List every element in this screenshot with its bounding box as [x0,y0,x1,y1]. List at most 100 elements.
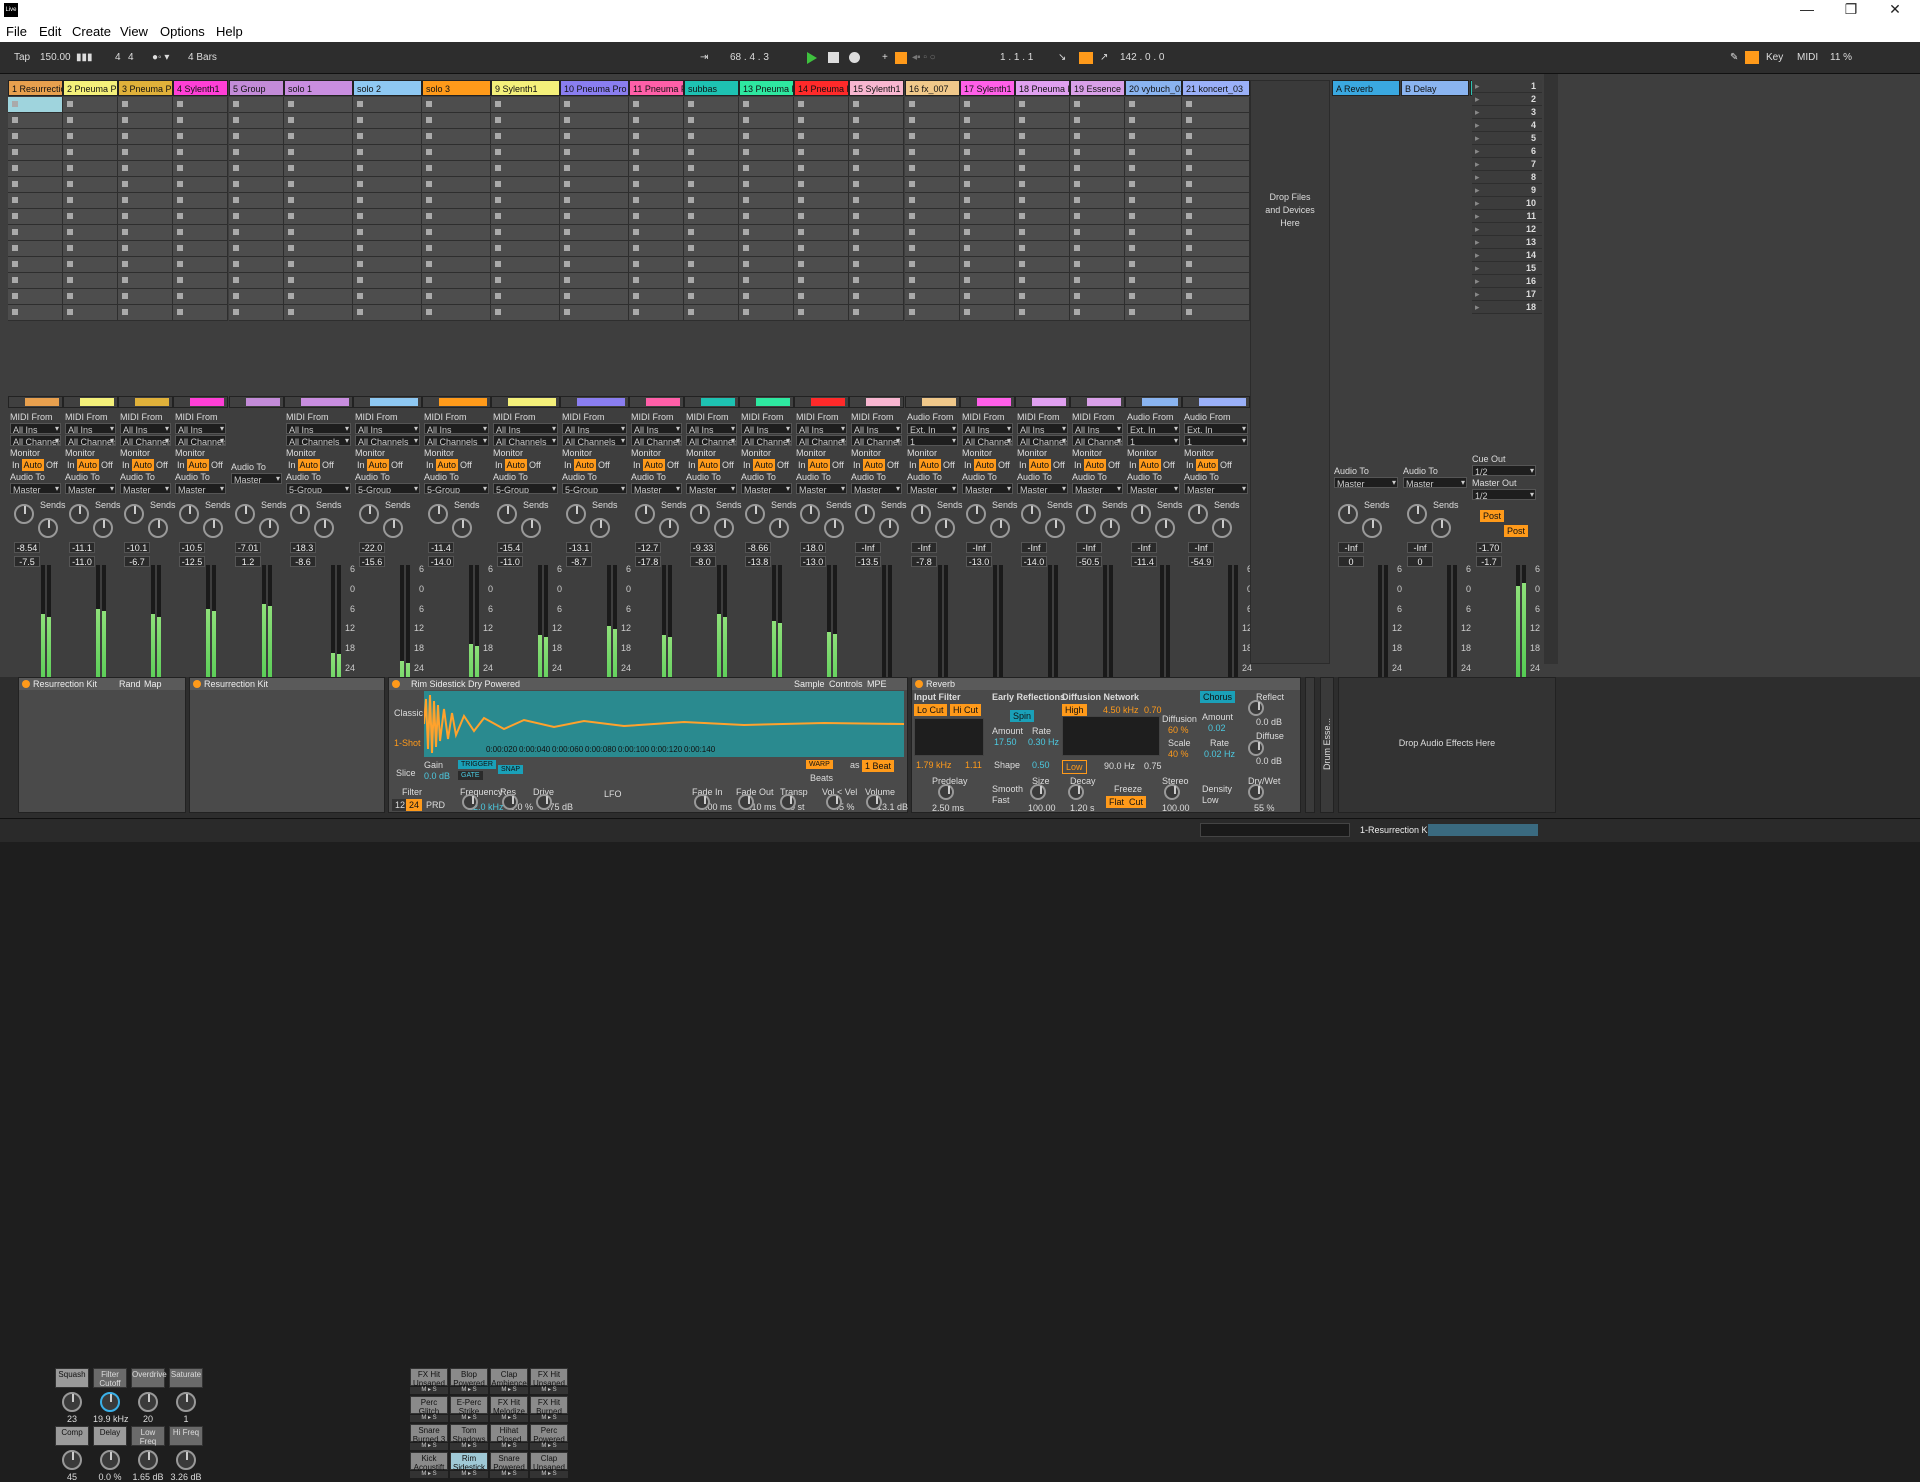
clip-slot[interactable] [960,241,1015,257]
send-a-knob[interactable] [1021,504,1041,524]
clip-slot[interactable] [173,257,228,273]
clip-slot[interactable] [560,209,629,225]
monitor-auto-button[interactable]: Auto [186,459,210,471]
clip-slot[interactable] [905,177,960,193]
clip-slot[interactable] [739,209,794,225]
clip-slot[interactable] [794,145,849,161]
clip-slot[interactable] [1070,209,1125,225]
clip-slot[interactable] [1182,97,1250,113]
parameter-knob[interactable] [738,794,754,810]
input-source-select[interactable]: Ext. In [1127,423,1180,434]
scene-row[interactable]: ▸ 1 [1472,80,1542,93]
clip-slot[interactable] [422,209,491,225]
clip-slot[interactable] [560,289,629,305]
minimize-icon[interactable]: — [1792,1,1822,17]
track-clip-overview[interactable] [284,396,353,408]
monitor-off-button[interactable]: Off [527,459,543,471]
track-clip-overview[interactable] [739,396,794,408]
clip-slot[interactable] [8,177,63,193]
volume-value[interactable]: -22.0 [359,542,385,553]
monitor-in-button[interactable]: In [493,459,505,471]
monitor-auto-button[interactable]: Auto [131,459,155,471]
parameter-knob[interactable] [1164,784,1180,800]
cut-button[interactable]: Cut [1126,796,1147,808]
clip-slot[interactable] [1015,161,1070,177]
clip-slot[interactable] [118,97,173,113]
send-b-knob[interactable] [1362,518,1382,538]
punch-out-icon[interactable]: ↗ [1100,52,1108,63]
send-a-knob[interactable] [966,504,986,524]
gain-value[interactable]: 0.0 dB [424,771,450,781]
macro-knob[interactable] [100,1450,120,1470]
clip-slot[interactable] [960,289,1015,305]
key-map-button[interactable]: Key [1766,52,1783,63]
drum-pad[interactable]: E-Perc Strike [450,1396,488,1416]
clip-slot[interactable] [422,97,491,113]
track-clip-overview[interactable] [849,396,904,408]
parameter-knob[interactable] [536,794,552,810]
clip-slot[interactable] [560,145,629,161]
clip-slot[interactable] [1015,273,1070,289]
clip-slot[interactable] [173,225,228,241]
input-channel-select[interactable]: All Channels [493,435,558,446]
clip-slot[interactable] [1182,273,1250,289]
track-header[interactable]: 1 Resurrection Kit [8,80,63,96]
clip-slot[interactable] [63,113,118,129]
clip-slot[interactable] [960,273,1015,289]
clip-slot[interactable] [960,113,1015,129]
pad-controls[interactable]: M ▸ S [450,1387,488,1394]
drum-pad[interactable]: Clap Unsaned [530,1452,568,1472]
clip-slot[interactable] [560,225,629,241]
clip-slot[interactable] [1015,145,1070,161]
clip-slot[interactable] [794,225,849,241]
volume-value[interactable]: -Inf [1407,542,1433,553]
scale-value[interactable]: 40 % [1168,749,1189,759]
clip-slot[interactable] [794,305,849,321]
monitor-in-button[interactable]: In [1184,459,1196,471]
output-select[interactable]: Master [1334,477,1398,488]
clip-slot[interactable] [794,273,849,289]
parameter-knob[interactable] [1248,700,1264,716]
send-a-knob[interactable] [635,504,655,524]
clip-slot[interactable] [1070,113,1125,129]
volume-value[interactable]: -Inf [1021,542,1047,553]
clip-slot[interactable] [1182,145,1250,161]
input-source-select[interactable]: Ext. In [1184,423,1248,434]
er-rate-value[interactable]: 0.30 Hz [1028,737,1059,747]
clip-slot[interactable] [353,161,422,177]
monitor-off-button[interactable]: Off [154,459,170,471]
clip-slot[interactable] [422,193,491,209]
clip-slot[interactable] [63,273,118,289]
volume-value[interactable]: -7.01 [235,542,261,553]
volume-value[interactable]: -Inf [1188,542,1214,553]
scene-launch-icon[interactable]: ▸ [1475,172,1480,183]
monitor-auto-button[interactable]: Auto [366,459,390,471]
output-select[interactable]: Master [175,483,226,494]
clip-slot[interactable] [1125,273,1182,289]
clip-slot[interactable] [794,209,849,225]
send-b-knob[interactable] [1155,518,1175,538]
clip-slot[interactable] [960,145,1015,161]
clip-slot[interactable] [229,161,284,177]
scene-launch-icon[interactable]: ▸ [1475,263,1480,274]
input-source-select[interactable]: All Ins [851,423,902,434]
beats-select[interactable]: Beats [810,773,833,783]
scene-row[interactable]: ▸ 5 [1472,132,1542,145]
gate-button[interactable]: GATE [458,771,483,780]
sig-numerator[interactable]: 4 [115,52,121,63]
clip-slot[interactable] [491,193,560,209]
decay-value[interactable]: 1.20 s [1070,803,1095,813]
clip-slot[interactable] [905,241,960,257]
metronome-icon[interactable]: ▮▮▮ [76,52,93,63]
draw-mode-icon[interactable]: ✎ [1730,52,1738,63]
output-select[interactable]: 5-Group [355,483,420,494]
track-header[interactable]: 9 Sylenth1 [491,80,560,96]
track-header[interactable]: 16 fx_007 [905,80,960,96]
scene-row[interactable]: ▸ 3 [1472,106,1542,119]
clip-slot[interactable] [684,209,739,225]
input-channel-select[interactable]: All Channels [286,435,351,446]
clip-slot[interactable] [739,113,794,129]
scene-row[interactable]: ▸ 13 [1472,236,1542,249]
clip-slot[interactable] [629,305,684,321]
clip-slot[interactable] [1125,193,1182,209]
